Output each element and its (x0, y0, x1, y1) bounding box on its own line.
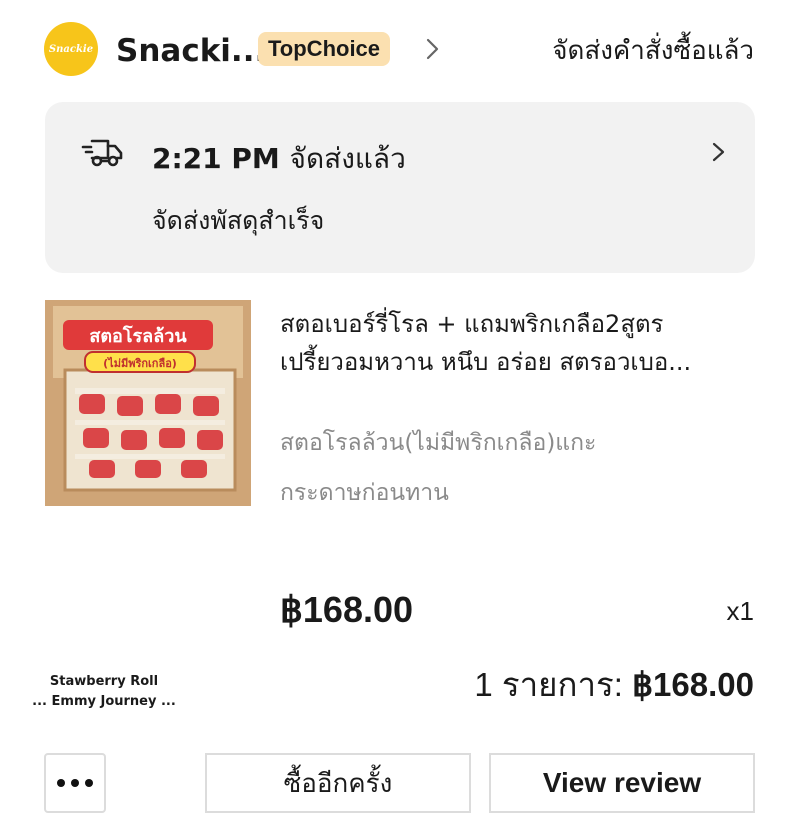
product-photo: สตอโรลล้วน (ไม่มีพริกเกลือ) (45, 300, 251, 506)
watermark-stamp: Stawberry Roll ... Emmy Journey ... (14, 672, 194, 712)
buy-again-button[interactable]: ซื้ออีกครั้ง (205, 753, 471, 813)
order-status-label: จัดส่งคำสั่งซื้อแล้ว (552, 36, 754, 66)
product-variant: สตอโรลล้วน(ไม่มีพริกเกลือ)แกะ กระดาษก่อน… (280, 418, 750, 518)
product-title-line-1: สตอเบอร์รี่โรล + แถมพริกเกลือ2สูตร (280, 310, 664, 338)
shop-logo-text: Snackie (48, 43, 94, 55)
stamp-line-2: ... Emmy Journey ... (32, 694, 176, 709)
product-quantity: x1 (726, 596, 754, 626)
chevron-right-icon[interactable] (418, 34, 448, 64)
shop-name[interactable]: Snacki... (116, 26, 266, 76)
more-options-button[interactable] (44, 753, 106, 813)
product-title-line-2: เปรี้ยวอมหวาน หนึบ อร่อย สตรอวเบอ... (280, 348, 692, 376)
delivery-time-value: 2:21 PM (152, 142, 280, 175)
top-choice-badge: TopChoice (258, 32, 391, 66)
truck-icon (81, 139, 123, 167)
product-price: ฿168.00 (280, 589, 414, 630)
product-image[interactable]: สตอโรลล้วน (ไม่มีพริกเกลือ) (45, 300, 251, 506)
view-review-button[interactable]: View review (489, 753, 755, 813)
product-title[interactable]: สตอเบอร์รี่โรล + แถมพริกเกลือ2สูตร เปรี้… (280, 305, 750, 381)
chevron-right-icon[interactable] (704, 136, 734, 168)
product-variant-line-2: กระดาษก่อนทาน (280, 480, 449, 506)
total-amount: ฿168.00 (632, 666, 754, 703)
more-dots-icon (57, 779, 93, 787)
product-image-sublabel: (ไม่มีพริกเกลือ) (103, 356, 177, 370)
product-variant-line-1: สตอโรลล้วน(ไม่มีพริกเกลือ)แกะ (280, 430, 597, 456)
delivery-status: จัดส่งแล้ว (289, 142, 406, 175)
shop-logo[interactable]: Snackie (44, 22, 98, 76)
delivery-subtext: จัดส่งพัสดุสำเร็จ (152, 206, 325, 235)
product-image-label: สตอโรลล้วน (89, 325, 187, 347)
stamp-line-1: Stawberry Roll (49, 674, 159, 689)
delivery-time: 2:21 PM จัดส่งแล้ว (152, 136, 406, 182)
order-total: 1 รายการ: ฿168.00 (474, 658, 754, 712)
delivery-status-card[interactable] (45, 102, 755, 273)
items-count-label: 1 รายการ: (474, 666, 623, 703)
